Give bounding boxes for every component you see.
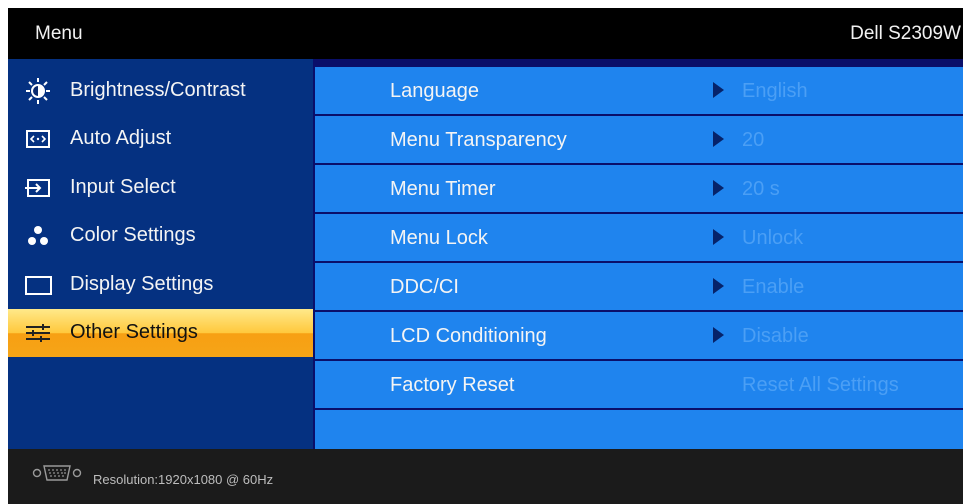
menu-item-label: Brightness/Contrast	[70, 79, 246, 101]
submenu-arrow-icon	[713, 327, 724, 343]
submenu-arrow-icon	[713, 229, 724, 245]
sliders-icon	[26, 324, 50, 342]
menu-item-label: Input Select	[70, 176, 176, 198]
monitor-osd: Menu Dell S2309W Brightness/Contrast Aut…	[8, 8, 963, 504]
setting-value: Disable	[742, 325, 809, 347]
empty-row	[315, 410, 963, 449]
setting-row-lcd-conditioning[interactable]: LCD Conditioning Disable	[315, 312, 963, 359]
menu-item-label: Other Settings	[70, 321, 198, 343]
menu-item-other-settings[interactable]: Other Settings	[8, 309, 313, 357]
setting-name: DDC/CI	[390, 276, 459, 298]
submenu-arrow-icon	[713, 278, 724, 294]
menu-item-label: Display Settings	[70, 273, 214, 295]
menu-item-brightness-contrast[interactable]: Brightness/Contrast	[8, 67, 313, 115]
setting-row-factory-reset[interactable]: Factory Reset Reset All Settings	[315, 361, 963, 408]
color-settings-icon	[28, 226, 48, 245]
setting-name: Language	[390, 80, 479, 102]
menu-item-input-select[interactable]: Input Select	[8, 164, 313, 212]
menu-item-color-settings[interactable]: Color Settings	[8, 212, 313, 260]
auto-adjust-icon	[26, 130, 50, 148]
setting-name: Factory Reset	[390, 374, 515, 396]
setting-value: Reset All Settings	[742, 374, 899, 396]
main-menu: Brightness/Contrast Auto Adjust Input Se…	[8, 59, 313, 449]
osd-header: Menu Dell S2309W	[8, 8, 963, 59]
monitor-model: Dell S2309W	[850, 23, 961, 44]
setting-name: LCD Conditioning	[390, 325, 547, 347]
setting-row-menu-lock[interactable]: Menu Lock Unlock	[315, 214, 963, 261]
menu-title: Menu	[35, 23, 83, 44]
settings-panel: Language English Menu Transparency 20 Me…	[313, 59, 963, 449]
setting-name: Menu Lock	[390, 227, 488, 249]
setting-row-language[interactable]: Language English	[315, 67, 963, 114]
display-settings-icon	[25, 276, 52, 295]
brightness-icon	[26, 78, 50, 104]
menu-item-label: Auto Adjust	[70, 127, 172, 149]
setting-value: Unlock	[742, 227, 804, 249]
setting-value: English	[742, 80, 808, 102]
setting-row-menu-transparency[interactable]: Menu Transparency 20	[315, 116, 963, 163]
setting-value: 20 s	[742, 178, 780, 200]
setting-value: 20	[742, 129, 765, 151]
osd-footer: Resolution:1920x1080 @ 60Hz	[8, 449, 963, 504]
input-select-icon	[25, 179, 50, 197]
menu-item-auto-adjust[interactable]: Auto Adjust	[8, 115, 313, 163]
resolution-info: Resolution:1920x1080 @ 60Hz	[93, 472, 274, 487]
menu-item-label: Color Settings	[70, 224, 196, 246]
setting-name: Menu Transparency	[390, 129, 567, 151]
vga-port-icon	[32, 465, 82, 481]
setting-row-ddc-ci[interactable]: DDC/CI Enable	[315, 263, 963, 310]
setting-name: Menu Timer	[390, 178, 496, 200]
submenu-arrow-icon	[713, 180, 724, 196]
setting-value: Enable	[742, 276, 805, 298]
submenu-arrow-icon	[713, 131, 724, 147]
setting-row-menu-timer[interactable]: Menu Timer 20 s	[315, 165, 963, 212]
menu-item-display-settings[interactable]: Display Settings	[8, 261, 313, 309]
submenu-arrow-icon	[713, 82, 724, 98]
